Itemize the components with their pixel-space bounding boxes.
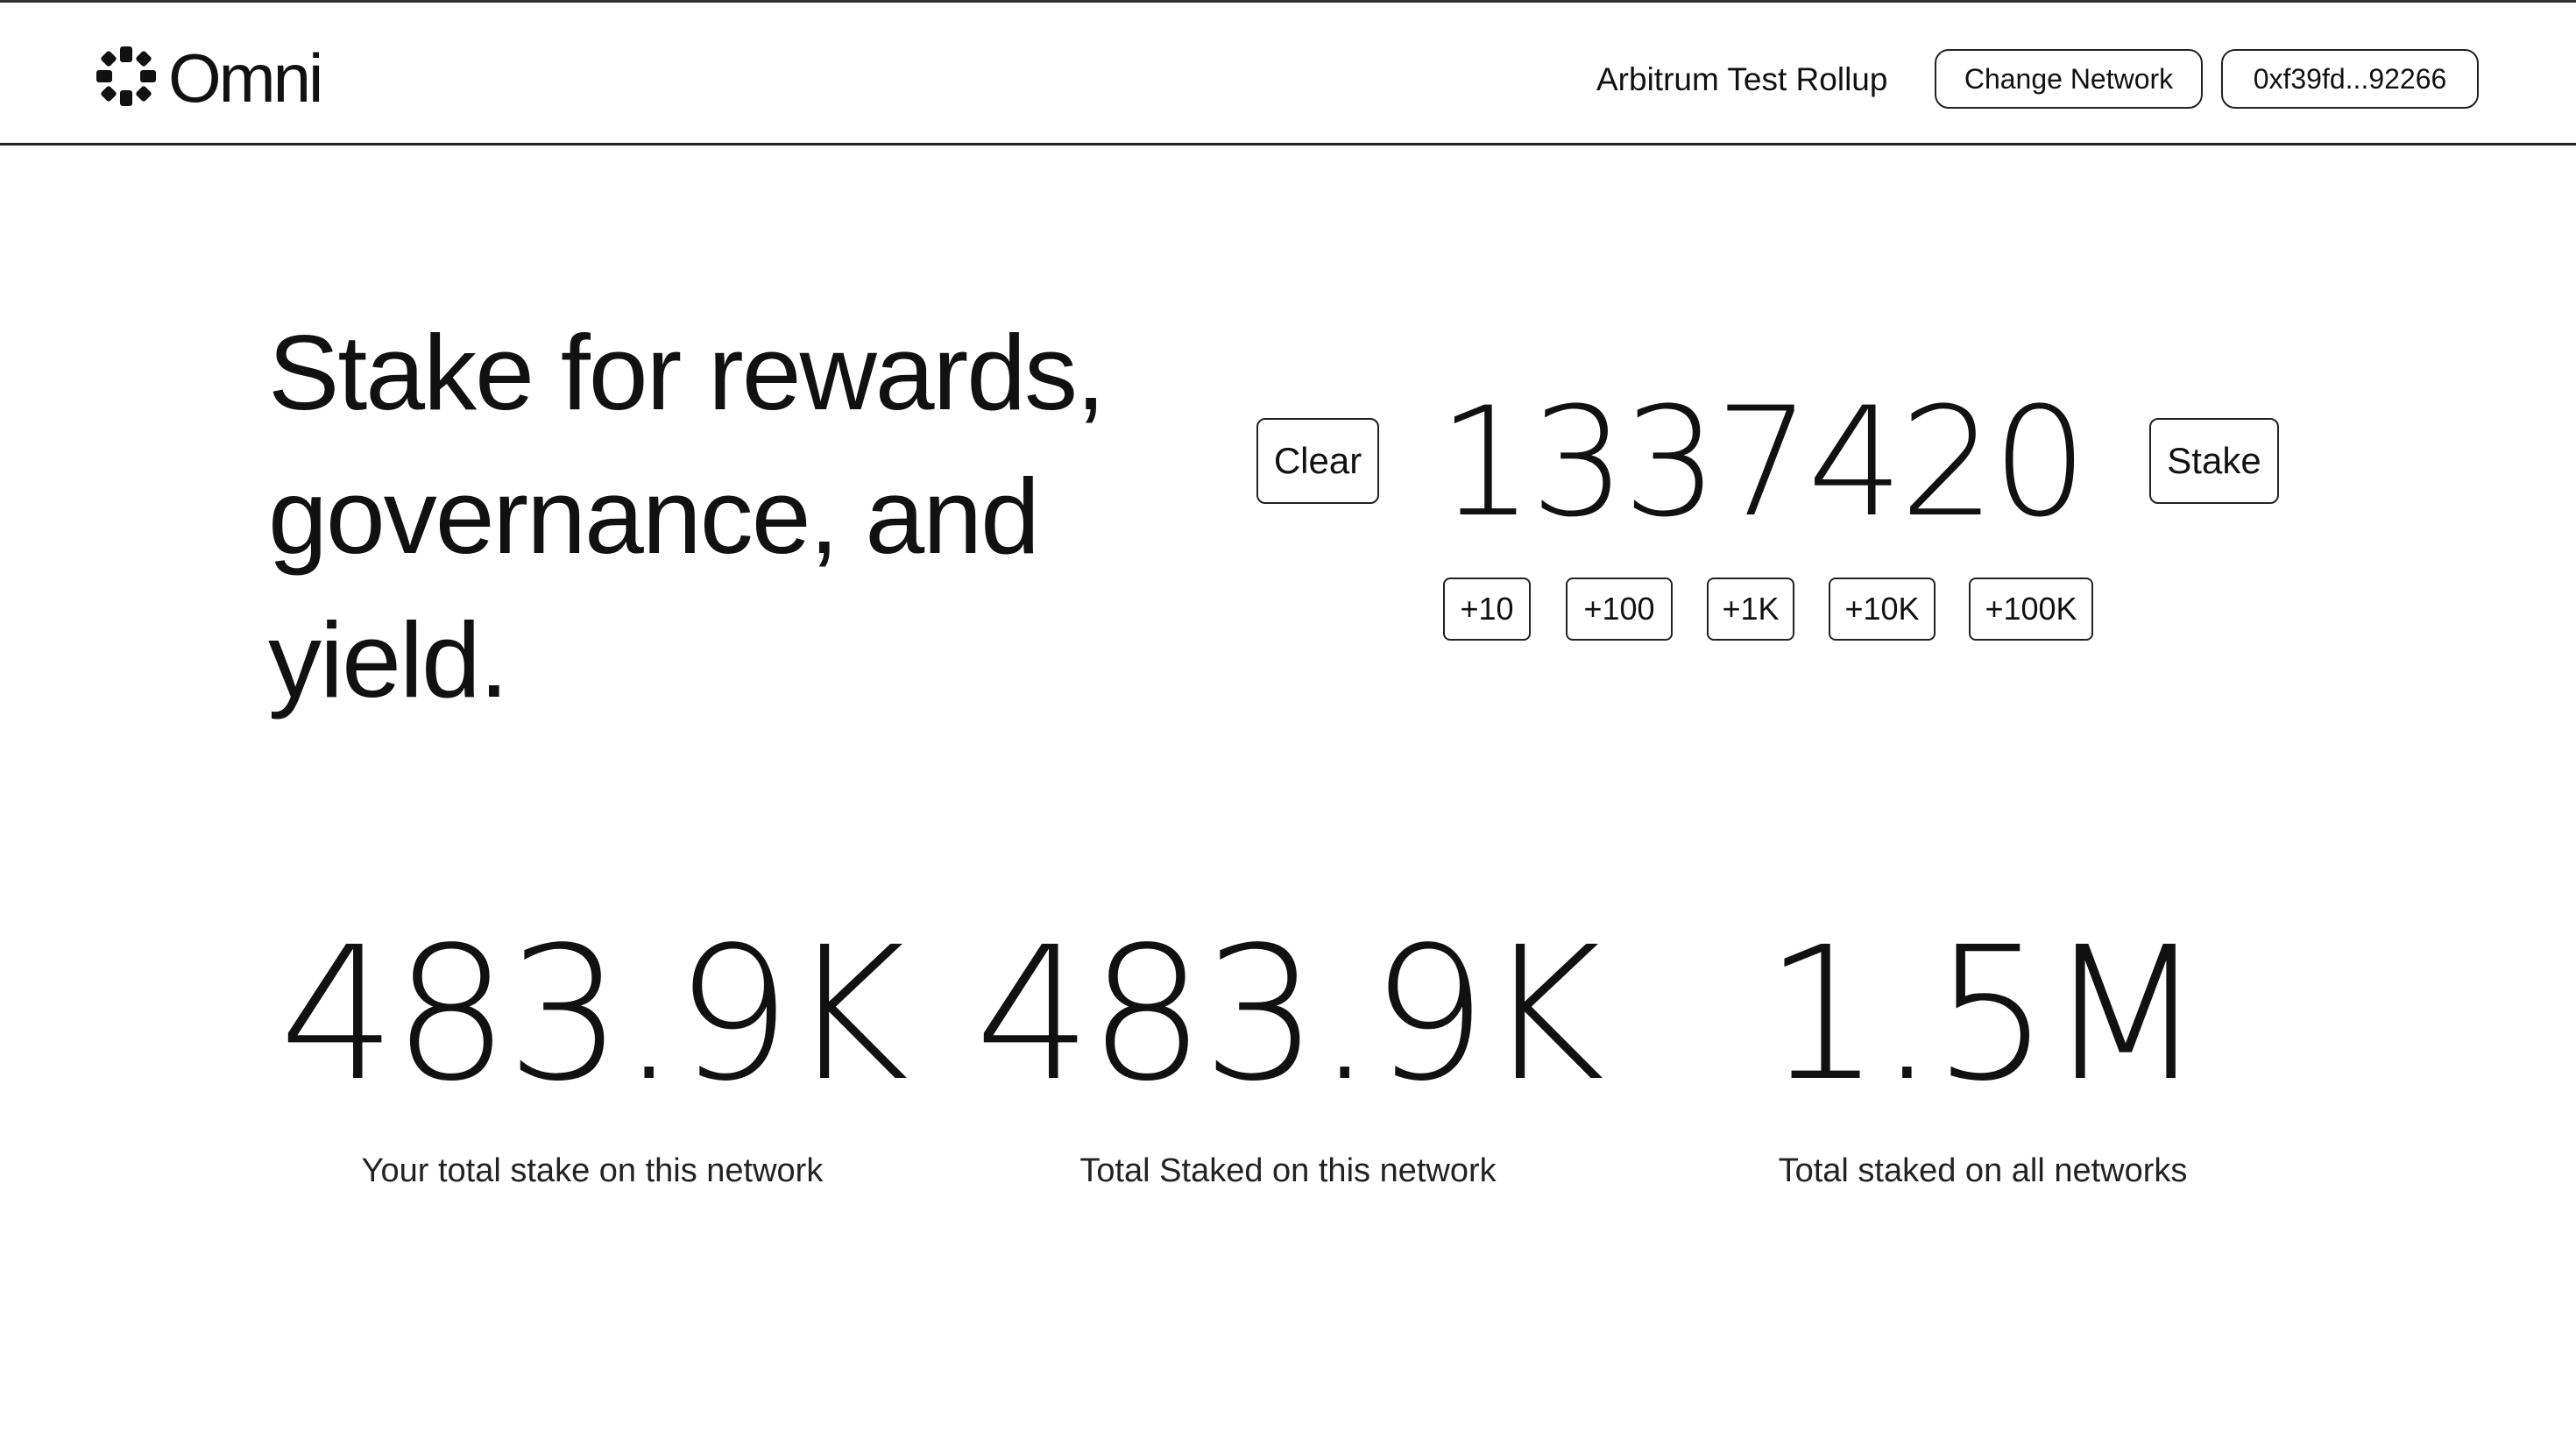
current-network-label: Arbitrum Test Rollup	[1596, 61, 1888, 97]
all-networks-stake-value: 1.5M	[1764, 907, 2204, 1122]
app-window: Omni Arbitrum Test Rollup Change Network…	[0, 0, 2576, 1453]
omni-flower-icon	[95, 45, 158, 112]
network-total-stake-value: 483.9K	[974, 907, 1605, 1122]
stake-amount-display[interactable]: 1337420	[1402, 387, 2120, 538]
all-networks-stake-label: Total staked on all networks	[1778, 1152, 2188, 1189]
clear-button[interactable]: Clear	[1256, 418, 1379, 504]
stake-button[interactable]: Stake	[2149, 418, 2279, 504]
network-total-stake-label: Total Staked on this network	[1079, 1152, 1497, 1189]
your-stake-value: 483.9K	[279, 907, 909, 1122]
increment-100k-button[interactable]: +100K	[1969, 578, 2093, 641]
wallet-address-button[interactable]: 0xf39fd...92266	[2221, 49, 2479, 109]
hero-title: Stake for rewards, governance, and yield…	[268, 313, 1106, 719]
brand-logo[interactable]: Omni	[95, 39, 323, 117]
increment-1k-button[interactable]: +1K	[1707, 578, 1794, 641]
brand-name: Omni	[168, 39, 323, 117]
your-stake-label: Your total stake on this network	[361, 1152, 824, 1189]
increment-100-button[interactable]: +100	[1566, 578, 1673, 641]
top-header: Omni Arbitrum Test Rollup Change Network…	[0, 3, 2576, 145]
increment-10-button[interactable]: +10	[1443, 578, 1531, 641]
increment-10k-button[interactable]: +10K	[1829, 578, 1936, 641]
change-network-button[interactable]: Change Network	[1935, 49, 2203, 109]
